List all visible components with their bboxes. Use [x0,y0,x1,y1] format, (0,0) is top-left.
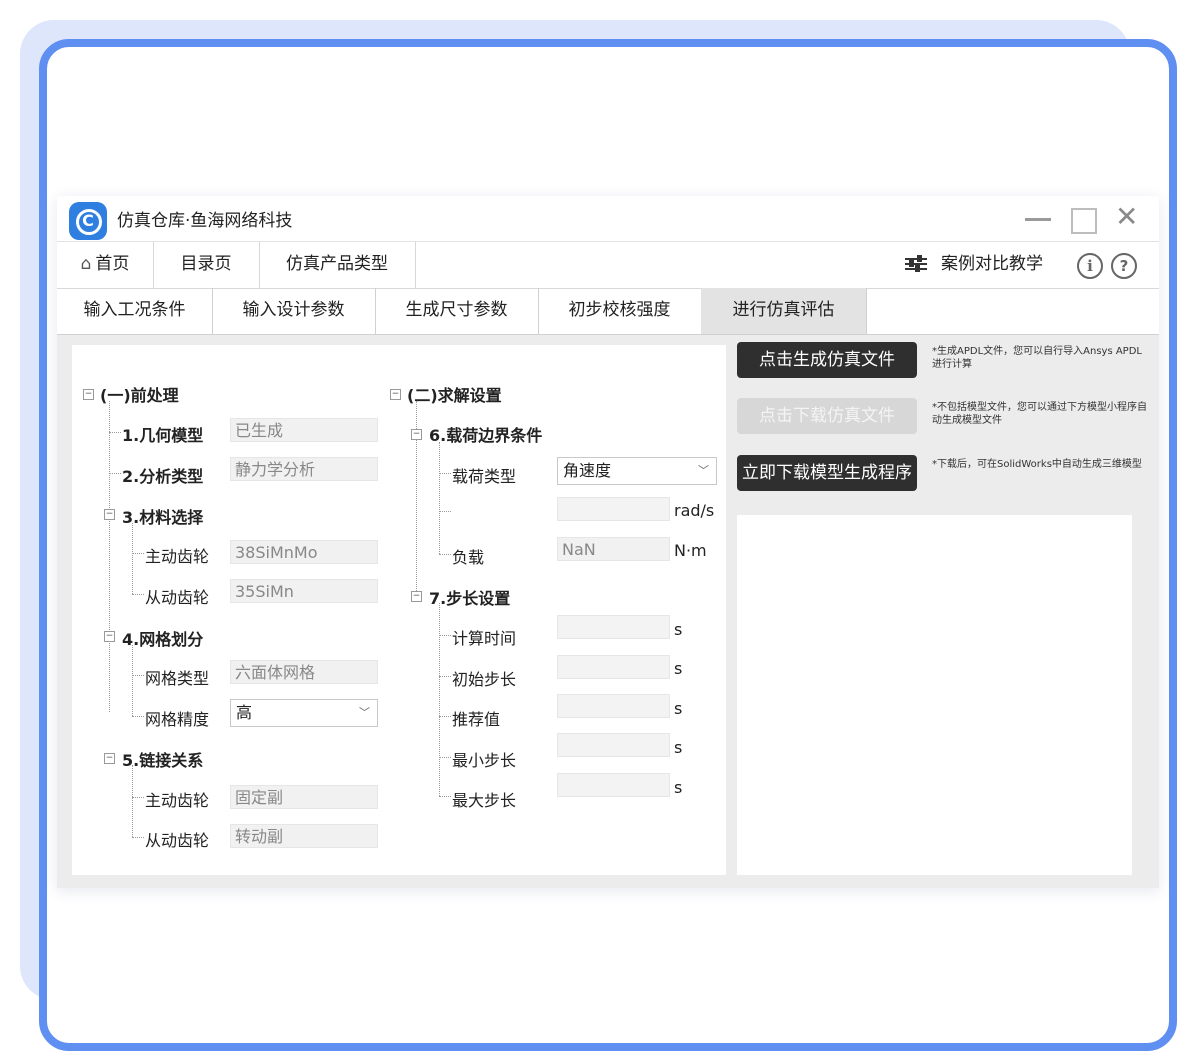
mesh-precision-select[interactable]: 高 ﹀ [230,699,378,727]
chevron-down-icon: ﹀ [359,706,370,719]
geometry-field: 已生成 [230,418,378,442]
step-label: 7.步长设置 [429,589,511,608]
link-driving-field: 固定副 [230,785,378,809]
link-driving-label: 主动齿轮 [145,791,210,810]
link-label: 5.链接关系 [122,751,204,770]
nm-unit: N·m [674,541,707,560]
home-icon: ⌂ [80,254,92,274]
step-input[interactable] [557,655,670,679]
seconds-unit: s [674,699,683,718]
step-item-label: 最小步长 [452,751,517,770]
download-model-program-button[interactable]: 立即下载模型生成程序 [737,455,917,491]
link-driven-field: 转动副 [230,824,378,848]
seconds-unit: s [674,738,683,757]
nav-directory[interactable]: 目录页 [153,242,260,288]
maximize-icon[interactable] [1071,208,1097,234]
material-driven-field: 35SiMn [230,579,378,603]
title-bar: C 仿真仓库·鱼海网络科技 ✕ [57,196,1159,240]
mesh-label: 4.网格划分 [122,630,204,649]
load-field: NaN [557,537,670,561]
mesh-precision-label: 网格精度 [145,710,210,729]
collapse-icon[interactable]: − [104,631,115,642]
material-label: 3.材料选择 [122,508,204,527]
content-area: − (一)前处理 1.几何模型 已生成 2.分析类型 静力学分析 − 3.材料选… [57,335,1159,888]
preview-panel [737,515,1132,875]
mesh-type-field: 六面体网格 [230,660,378,684]
sliders-icon [905,255,927,272]
help-icon[interactable]: ? [1111,253,1137,279]
minimize-icon[interactable] [1025,218,1051,221]
nav-bar: ⌂ 首页 目录页 仿真产品类型 案例对比教学 i ? [57,241,1159,289]
program-note: *下载后，可在SolidWorks中自动生成三维模型 [932,459,1142,470]
link-driven-label: 从动齿轮 [145,831,210,850]
close-icon[interactable]: ✕ [1115,200,1138,233]
collapse-icon[interactable]: − [411,591,422,602]
generate-sim-file-button[interactable]: 点击生成仿真文件 [737,342,917,378]
seconds-unit: s [674,778,683,797]
step-input[interactable] [557,694,670,718]
generate-note: *生成APDL文件，您可以自行导入Ansys APDL进行计算 [932,346,1142,370]
tab-strength-check[interactable]: 初步校核强度 [538,288,702,334]
app-window: C 仿真仓库·鱼海网络科技 ✕ ⌂ 首页 目录页 仿真产品类型 案例对比教学 i … [57,196,1159,888]
step-item-label: 推荐值 [452,710,501,729]
step-input[interactable] [557,733,670,757]
collapse-icon[interactable]: − [411,429,422,440]
settings-panel: − (一)前处理 1.几何模型 已生成 2.分析类型 静力学分析 − 3.材料选… [72,345,726,875]
analysis-type-label: 2.分析类型 [122,467,204,486]
nav-product-types[interactable]: 仿真产品类型 [259,242,416,288]
collapse-icon[interactable]: − [104,753,115,764]
info-icon[interactable]: i [1077,253,1103,279]
tab-simulation-eval[interactable]: 进行仿真评估 [701,288,867,334]
step-input[interactable] [557,773,670,797]
analysis-type-field: 静力学分析 [230,457,378,481]
load-label-text: 负载 [452,548,485,567]
step-item-label: 计算时间 [452,629,517,648]
tab-size-params[interactable]: 生成尺寸参数 [375,288,539,334]
step-input[interactable] [557,615,670,639]
seconds-unit: s [674,620,683,639]
app-logo-icon: C [69,202,107,240]
collapse-icon[interactable]: − [390,389,401,400]
download-note: *不包括模型文件，您可以通过下方模型小程序自动生成模型文件 [932,402,1147,426]
collapse-icon[interactable]: − [104,509,115,520]
chevron-down-icon: ﹀ [698,464,709,477]
window-title: 仿真仓库·鱼海网络科技 [117,211,293,231]
load-type-select[interactable]: 角速度 ﹀ [557,457,717,485]
step-item-label: 初始步长 [452,670,517,689]
geometry-label: 1.几何模型 [122,426,204,445]
case-compare-link[interactable]: 案例对比教学 [905,242,1043,288]
tab-design-params[interactable]: 输入设计参数 [212,288,376,334]
load-value-field[interactable] [557,497,670,521]
material-driven-label: 从动齿轮 [145,588,210,607]
tab-work-conditions[interactable]: 输入工况条件 [57,288,213,334]
collapse-icon[interactable]: − [83,389,94,400]
load-label: 6.载荷边界条件 [429,426,543,445]
load-type-label: 载荷类型 [452,467,517,486]
mesh-type-label: 网格类型 [145,669,210,688]
solve-section-title: (二)求解设置 [407,386,502,405]
seconds-unit: s [674,659,683,678]
step-tabs: 输入工况条件 输入设计参数 生成尺寸参数 初步校核强度 进行仿真评估 [57,288,1159,335]
step-item-label: 最大步长 [452,791,517,810]
material-driving-field: 38SiMnMo [230,540,378,564]
download-sim-file-button[interactable]: 点击下载仿真文件 [737,398,917,434]
rad-s-unit: rad/s [674,501,715,520]
pre-section-title: (一)前处理 [100,386,179,405]
material-driving-label: 主动齿轮 [145,547,210,566]
nav-home[interactable]: ⌂ 首页 [57,242,154,288]
